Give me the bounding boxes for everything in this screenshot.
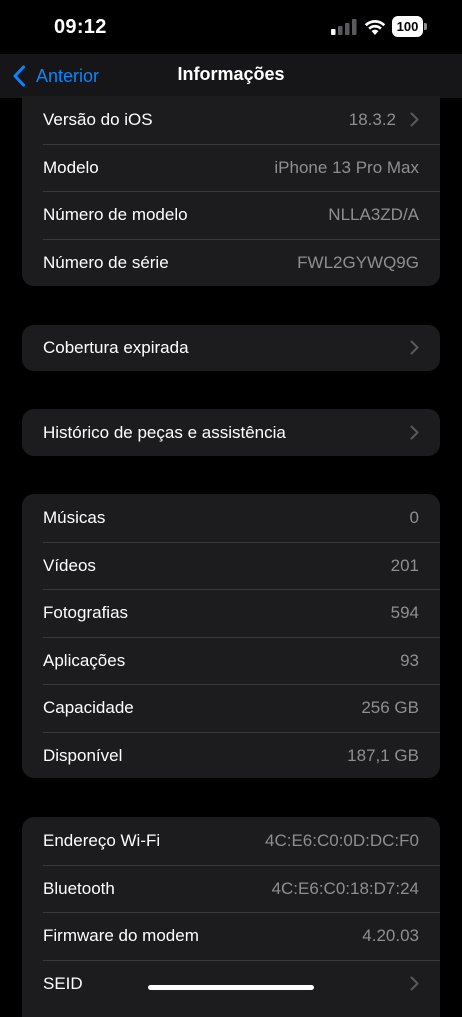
parts-history-row[interactable]: Histórico de peças e assistência — [22, 409, 440, 456]
wifi-address-label: Endereço Wi-Fi — [43, 831, 161, 850]
parts-history-group: Histórico de peças e assistência — [22, 409, 440, 456]
videos-row: Vídeos 201 — [22, 541, 440, 590]
wifi-address-value: 4C:E6:C0:0D:DC:F0 — [265, 831, 419, 850]
available-label: Disponível — [43, 745, 123, 765]
bluetooth-label: Bluetooth — [43, 878, 115, 898]
model-number-row[interactable]: Número de modelo NLLA3ZD/A — [22, 191, 440, 239]
wifi-icon — [364, 20, 386, 35]
serial-number-row[interactable]: Número de série FWL2GYWQ9G — [22, 238, 440, 287]
videos-value: 201 — [390, 555, 419, 575]
apps-row: Aplicações 93 — [22, 636, 440, 685]
model-number-value: NLLA3ZD/A — [328, 205, 419, 224]
page-title: Informações — [177, 64, 285, 84]
photos-row: Fotografias 594 — [22, 589, 440, 637]
model-label: Modelo — [43, 157, 99, 177]
videos-label: Vídeos — [43, 555, 96, 575]
model-row: Modelo iPhone 13 Pro Max — [22, 143, 440, 192]
parts-history-label: Histórico de peças e assistência — [43, 423, 286, 442]
chevron-right-icon — [410, 425, 419, 440]
coverage-group: Cobertura expirada — [22, 325, 440, 371]
status-time: 09:12 — [54, 16, 107, 38]
bluetooth-value: 4C:E6:C0:18:D7:24 — [271, 878, 419, 898]
ios-version-value: 18.3.2 — [348, 110, 396, 129]
capacity-label: Capacidade — [43, 698, 134, 717]
cellular-signal-icon — [331, 19, 357, 35]
status-bar: 09:12 100 — [0, 0, 462, 54]
battery-icon: 100 — [392, 16, 428, 37]
coverage-row[interactable]: Cobertura expirada — [22, 325, 440, 371]
seid-row[interactable]: SEID — [22, 959, 440, 1008]
battery-nub — [424, 23, 427, 30]
serial-number-value: FWL2GYWQ9G — [297, 252, 419, 272]
modem-firmware-row: Firmware do modem 4.20.03 — [22, 912, 440, 960]
seid-label: SEID — [43, 973, 83, 993]
chevron-right-icon — [410, 976, 419, 990]
photos-value: 594 — [390, 603, 419, 622]
serial-number-label: Número de série — [43, 252, 169, 272]
home-indicator[interactable] — [148, 985, 314, 990]
storage-group: Músicas 0 Vídeos 201 Fotografias 594 Apl… — [22, 494, 440, 778]
modem-firmware-label: Firmware do modem — [43, 926, 199, 945]
songs-label: Músicas — [43, 508, 106, 527]
available-value: 187,1 GB — [347, 745, 419, 765]
navigation-bar: Anterior Informações — [0, 54, 462, 98]
coverage-label: Cobertura expirada — [43, 338, 189, 357]
apps-value: 93 — [400, 650, 419, 670]
model-number-label: Número de modelo — [43, 205, 188, 224]
capacity-row: Capacidade 256 GB — [22, 684, 440, 732]
songs-row: Músicas 0 — [22, 494, 440, 542]
bluetooth-row[interactable]: Bluetooth 4C:E6:C0:18:D7:24 — [22, 864, 440, 913]
chevron-right-icon — [410, 112, 419, 127]
model-value: iPhone 13 Pro Max — [274, 157, 419, 177]
photos-label: Fotografias — [43, 603, 129, 622]
ios-version-label: Versão do iOS — [43, 110, 153, 129]
songs-value: 0 — [409, 508, 419, 527]
battery-level: 100 — [392, 16, 423, 37]
ios-version-row[interactable]: Versão do iOS 18.3.2 — [22, 96, 440, 144]
wifi-address-row[interactable]: Endereço Wi-Fi 4C:E6:C0:0D:DC:F0 — [22, 817, 440, 865]
available-row: Disponível 187,1 GB — [22, 731, 440, 779]
chevron-right-icon — [410, 340, 419, 355]
device-info-group: Versão do iOS 18.3.2 Modelo iPhone 13 Pr… — [22, 96, 440, 286]
modem-firmware-value: 4.20.03 — [362, 926, 419, 945]
apps-label: Aplicações — [43, 650, 126, 670]
capacity-value: 256 GB — [361, 698, 419, 717]
